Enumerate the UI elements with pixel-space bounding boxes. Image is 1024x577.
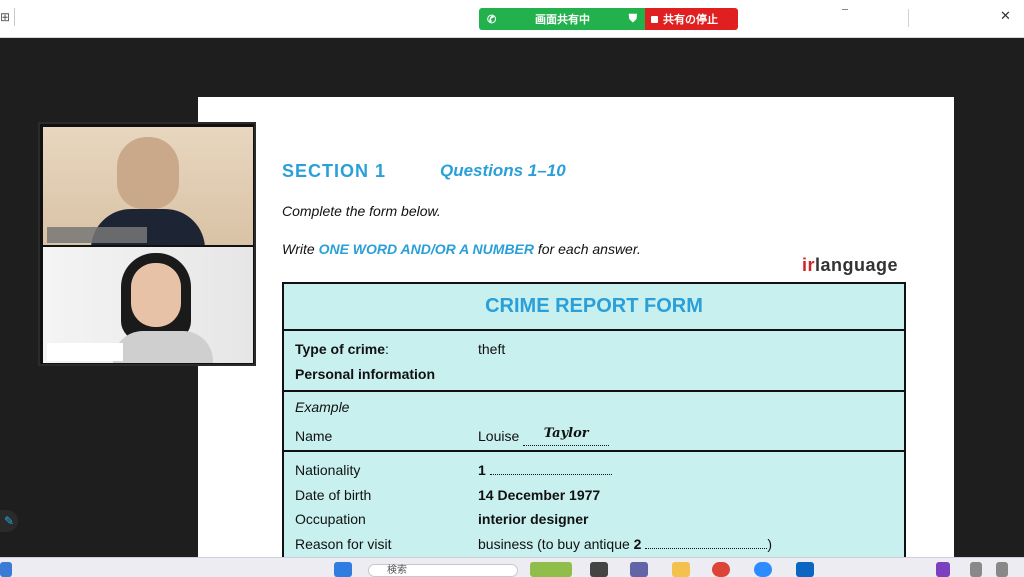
question-number-2: 2 (633, 536, 642, 552)
participant-shoulders (113, 331, 213, 363)
type-of-crime-colon: : (385, 341, 389, 357)
zoom-icon[interactable] (754, 562, 772, 577)
occupation-label: Occupation (295, 511, 366, 527)
tray-icon[interactable] (970, 562, 982, 577)
participant-video-1[interactable] (43, 127, 253, 245)
minimize-icon[interactable] (842, 9, 848, 10)
close-icon[interactable]: ✕ (1000, 8, 1011, 24)
section-heading: SECTION 1 (282, 161, 387, 181)
divider (908, 9, 909, 27)
logo-ir: ir (802, 255, 816, 275)
shield-icon: ⛊ (628, 12, 637, 25)
search-placeholder: 検索 (387, 565, 407, 576)
screen-share-bar: ✆ 画面共有中 ⛊ 共有の停止 (479, 8, 738, 30)
task-view-icon[interactable] (590, 562, 608, 577)
grid-icon[interactable]: ⊞ (0, 10, 10, 24)
chrome-icon[interactable] (712, 562, 730, 577)
nationality-label: Nationality (295, 462, 361, 478)
reason-pre: business (to buy antique (478, 536, 634, 552)
file-explorer-icon[interactable] (672, 562, 690, 577)
question-number-1: 1 (478, 462, 486, 478)
crime-report-form: CRIME REPORT FORM Type of crime: theft P… (282, 282, 906, 557)
reason-label: Reason for visit (295, 536, 392, 552)
taskbar-search-input[interactable]: 検索 (368, 564, 518, 577)
reason-post: ) (767, 536, 773, 552)
stop-sharing-button[interactable]: 共有の停止 (645, 8, 738, 30)
occupation-value: interior designer (478, 511, 589, 527)
tray-icon[interactable] (996, 562, 1008, 577)
name-value: Louise Taylor (478, 426, 610, 446)
pen-icon[interactable]: ✎ (0, 510, 18, 532)
nationality-value: 1 (478, 462, 612, 478)
name-answer-line: Taylor (523, 426, 610, 446)
instruction-highlight: ONE WORD AND/OR A NUMBER (318, 241, 534, 257)
irlanguage-logo: irlanguage (802, 255, 898, 276)
windows-start-icon[interactable] (0, 562, 12, 577)
type-of-crime-label: Type of crime: (295, 341, 389, 357)
type-of-crime-text: Type of crime (295, 341, 385, 357)
instruction-line-2: Write ONE WORD AND/OR A NUMBER for each … (282, 241, 641, 257)
teams-icon[interactable] (630, 562, 648, 577)
participant-video-2[interactable] (43, 247, 253, 363)
type-of-crime-value: theft (478, 341, 506, 357)
top-bar: ⊞ ✆ 画面共有中 ⛊ 共有の停止 ✕ (0, 0, 1024, 38)
participant-silhouette (117, 137, 179, 209)
participant-nameplate (47, 343, 123, 361)
phone-icon: ✆ (487, 13, 497, 26)
instruction-post: for each answer. (534, 241, 641, 257)
start-button-icon[interactable] (334, 562, 352, 577)
participant-nameplate (47, 227, 147, 243)
stop-icon (651, 15, 658, 23)
divider (284, 390, 904, 392)
widget-icon[interactable] (530, 562, 572, 577)
video-panel[interactable] (38, 122, 256, 366)
name-label: Name (295, 428, 333, 444)
dob-label: Date of birth (295, 487, 372, 503)
stop-sharing-label: 共有の停止 (663, 14, 718, 26)
answer-blank-1[interactable] (489, 474, 612, 475)
logo-rest: language (815, 255, 899, 275)
dob-value: 14 December 1977 (478, 487, 601, 503)
name-value-prefix: Louise (478, 428, 520, 444)
sharing-indicator[interactable]: ✆ 画面共有中 ⛊ (479, 8, 645, 30)
questions-heading: Questions 1–10 (440, 161, 566, 180)
example-label: Example (295, 399, 350, 415)
personal-info-label: Personal information (295, 366, 436, 382)
shared-document: SECTION 1 Questions 1–10 Complete the fo… (198, 97, 954, 557)
tray-app-icon[interactable] (936, 562, 950, 577)
participant-silhouette (131, 263, 181, 327)
form-title: CRIME REPORT FORM (284, 284, 904, 331)
reason-value: business (to buy antique 2 ) (478, 536, 772, 552)
divider (14, 8, 15, 26)
outlook-icon[interactable] (796, 562, 814, 577)
instruction-pre: Write (282, 241, 319, 257)
taskbar: 検索 (0, 557, 1024, 577)
instruction-line-1: Complete the form below. (282, 203, 441, 219)
answer-blank-2[interactable] (645, 548, 768, 549)
divider (284, 450, 904, 452)
sharing-label: 画面共有中 (534, 14, 590, 26)
handwritten-answer: Taylor (543, 426, 589, 441)
